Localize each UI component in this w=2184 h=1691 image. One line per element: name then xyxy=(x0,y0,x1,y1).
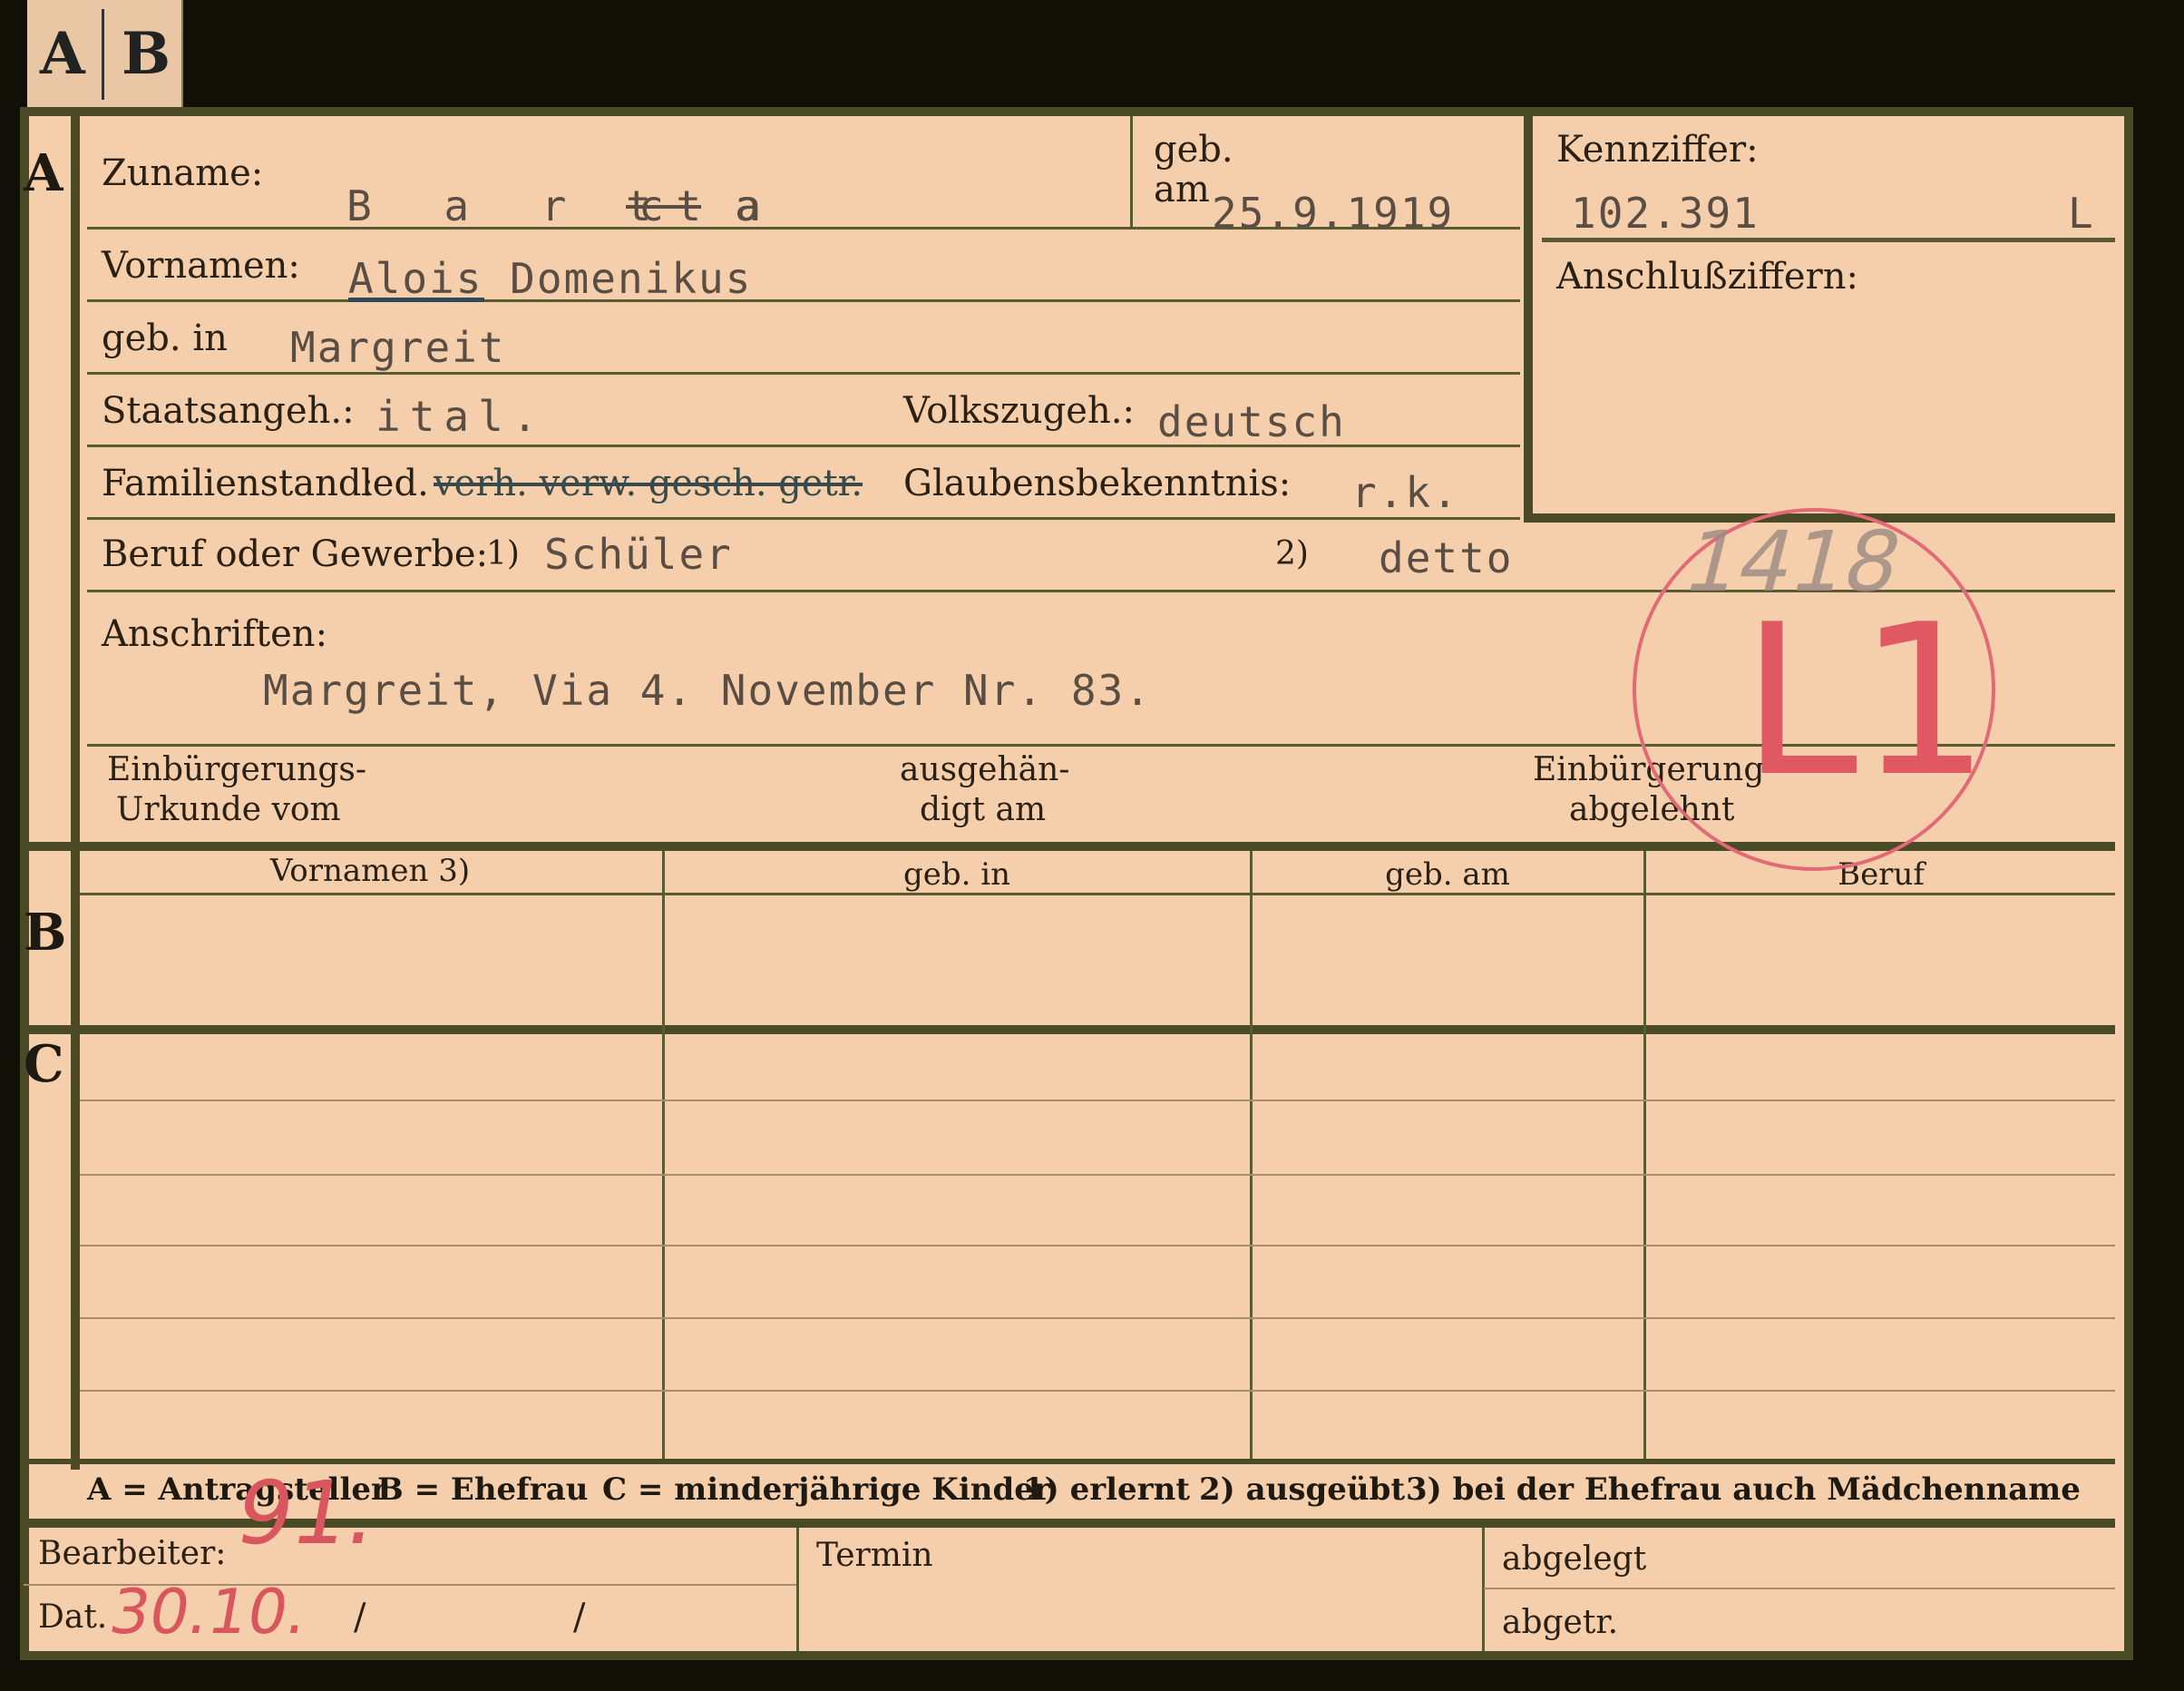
legend-note-1: 1) erlernt xyxy=(1023,1471,1191,1508)
anschriften-label: Anschriften: xyxy=(102,613,328,655)
line-vornamen xyxy=(87,299,1520,302)
zuname-value-start: B a r c a xyxy=(346,181,785,230)
familien-label: Familienstand: xyxy=(102,463,374,504)
c-row-line-5 xyxy=(80,1390,2115,1392)
beruf-value-2: detto xyxy=(1379,533,1514,582)
beruf-value-1: Schüler xyxy=(544,530,733,579)
legend-note-2: 2) ausgeübt xyxy=(1199,1471,1406,1508)
abgelegt-line xyxy=(1484,1588,2115,1589)
c-row-line-1 xyxy=(80,1100,2115,1101)
abgetr-label: abgetr. xyxy=(1502,1604,1619,1641)
bottom-divider-2 xyxy=(1482,1528,1485,1651)
col-header-vornamen: Vornamen 3) xyxy=(269,853,471,889)
table-header-line xyxy=(80,893,2115,895)
vornamen-label: Vornamen: xyxy=(102,245,300,287)
line-geb-in xyxy=(87,372,1520,375)
zuname-value-end: a xyxy=(735,181,762,230)
kennziffer-value: 102.391 xyxy=(1571,189,1760,238)
col-header-geb-am: geb. am xyxy=(1385,856,1510,893)
zuname-label: Zuname: xyxy=(102,152,264,194)
c-row-line-4 xyxy=(80,1317,2115,1319)
geb-am-divider xyxy=(1130,116,1133,227)
table-col-divider-1 xyxy=(662,851,665,1459)
kennziffer-suffix: L xyxy=(2068,189,2095,238)
ausgehaendigt-label-2: digt am xyxy=(920,791,1047,828)
section-letter-c: C xyxy=(24,1034,64,1094)
familien-struck: verh. verw. gesch. getr. xyxy=(434,463,863,504)
stamp-code: L1 xyxy=(1741,581,1991,823)
geb-in-value: Margreit xyxy=(290,323,506,372)
section-letter-b: B xyxy=(24,903,67,963)
tab-divider xyxy=(102,9,104,100)
legend-note-3: 3) bei der Ehefrau auch Mädchenname xyxy=(1406,1471,2081,1508)
section-c-top-rule xyxy=(24,1025,2115,1034)
col-header-beruf: Beruf xyxy=(1838,856,1925,893)
tab-letter-a: A xyxy=(40,20,85,88)
vornamen-underline xyxy=(348,298,484,302)
bottom-divider-1 xyxy=(796,1528,799,1651)
kennziffer-underline xyxy=(1542,238,2115,242)
section-letter-a: A xyxy=(24,143,63,203)
tab-letter-b: B xyxy=(122,20,171,88)
section-column-divider xyxy=(71,111,80,1470)
familien-led: led. xyxy=(361,463,429,504)
einbuergerungs-urkunde-label-1: Einbürgerungs- xyxy=(107,751,367,788)
col-header-geb-in: geb. in xyxy=(902,856,1011,893)
legend-b: B = Ehefrau xyxy=(377,1471,589,1508)
staats-label: Staatsangeh.: xyxy=(102,390,355,432)
zuname-value-struck: t t xyxy=(626,181,702,230)
abgelegt-label: abgelegt xyxy=(1502,1540,1647,1578)
line-familien xyxy=(87,517,1520,520)
geb-label: geb. xyxy=(1154,129,1233,171)
staats-value: ital. xyxy=(375,392,547,441)
dat-slash-1: / xyxy=(354,1597,366,1638)
table-col-divider-2 xyxy=(1250,851,1253,1459)
beruf-mark-2: 2) xyxy=(1275,535,1309,572)
geb-in-label: geb. in xyxy=(102,318,228,359)
einbuergerungs-urkunde-label-2: Urkunde vom xyxy=(116,791,341,828)
anschluss-label: Anschlußziffern: xyxy=(1556,256,1858,298)
c-row-line-3 xyxy=(80,1245,2115,1246)
am-label: am xyxy=(1154,169,1210,210)
ausgehaendigt-label-1: ausgehän- xyxy=(900,751,1070,788)
bearbeiter-label: Bearbeiter: xyxy=(38,1535,227,1572)
volks-label: Volkszugeh.: xyxy=(903,390,1135,432)
anschriften-value: Margreit, Via 4. November Nr. 83. xyxy=(263,666,1152,715)
c-row-line-2 xyxy=(80,1174,2115,1176)
dat-handwritten: 30.10. xyxy=(104,1577,314,1648)
legend-c: C = minderjährige Kinder xyxy=(602,1471,1050,1508)
beruf-label: Beruf oder Gewerbe: xyxy=(102,533,489,575)
card-tab: A B xyxy=(27,0,183,107)
table-col-divider-3 xyxy=(1643,851,1646,1459)
vornamen-value: Alois Domenikus xyxy=(348,254,753,303)
beruf-mark-1: 1) xyxy=(486,535,520,572)
kennziffer-box-left xyxy=(1524,116,1533,523)
kennziffer-label: Kennziffer: xyxy=(1556,129,1759,171)
volks-value: deutsch xyxy=(1157,397,1346,446)
glaubens-value: r.k. xyxy=(1351,468,1459,517)
bearbeiter-handwritten: 91. xyxy=(229,1462,385,1564)
termin-label: Termin xyxy=(816,1537,933,1574)
glaubens-label: Glaubensbekenntnis: xyxy=(903,463,1292,504)
geb-am-value: 25.9.1919 xyxy=(1212,189,1455,238)
dat-label: Dat. xyxy=(38,1598,108,1636)
dat-slash-2: / xyxy=(573,1597,586,1638)
